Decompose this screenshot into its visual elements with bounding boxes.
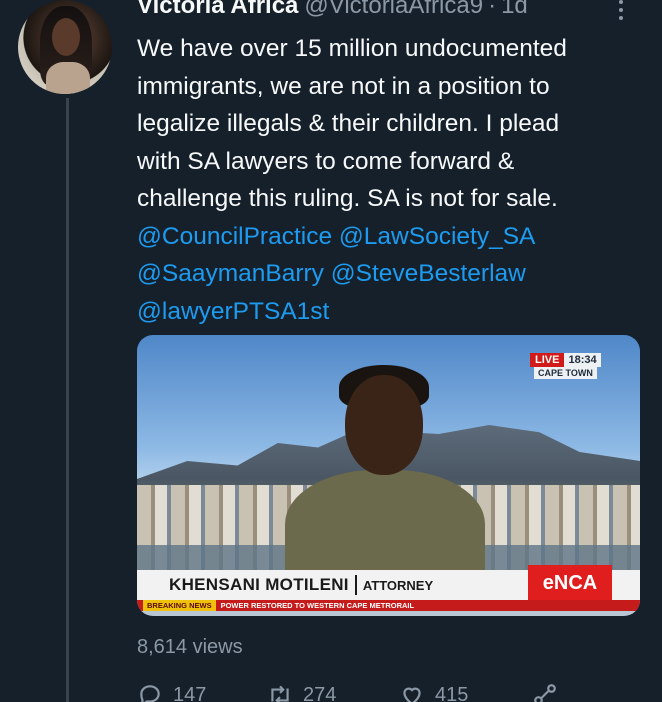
avatar-face <box>52 18 80 56</box>
location-label: CAPE TOWN <box>534 367 597 379</box>
mention-line: @CouncilPractice @LawSociety_SA <box>137 218 642 256</box>
avatar[interactable] <box>18 0 112 94</box>
author-name[interactable]: Victoria Africa <box>137 0 298 20</box>
retweet-count: 274 <box>303 683 337 702</box>
view-count: 8,614 views <box>137 636 243 658</box>
reply-button[interactable]: 147 <box>137 682 206 702</box>
mention-line: @lawyerPTSA1st <box>137 293 642 331</box>
news-ticker: BREAKING NEWS POWER RESTORED TO WESTERN … <box>137 600 640 611</box>
tweet-line: legalize illegals & their children. I pl… <box>137 110 560 137</box>
speaker-head <box>345 375 423 475</box>
mention-link[interactable]: @SaaymanBarry <box>137 260 324 287</box>
tweet-line: with SA lawyers to come forward & <box>137 147 515 175</box>
speaker-name: KHENSANI MOTILENI <box>169 575 349 594</box>
mention-link[interactable]: @lawyerPTSA1st <box>137 298 329 325</box>
like-count: 415 <box>435 683 469 702</box>
tweet-text: We have over 15 million undocumented imm… <box>137 30 642 330</box>
mention-link[interactable]: @LawSociety_SA <box>339 223 535 250</box>
more-icon[interactable] <box>614 0 628 20</box>
live-time: 18:34 <box>564 353 601 367</box>
channel-logo: eNCA <box>528 565 612 601</box>
tweet-line: We have over 15 million undocumented <box>137 35 567 62</box>
share-button[interactable] <box>532 682 568 702</box>
live-badge: LIVE 18:34 <box>530 353 601 367</box>
reply-icon <box>140 685 160 702</box>
action-bar: 147 274 415 <box>137 682 617 702</box>
thread-line <box>66 98 69 702</box>
ticker-tag: BREAKING NEWS <box>143 600 216 611</box>
tweet-line: immigrants, we are not in a position to <box>137 72 550 100</box>
author-handle[interactable]: @VictoriaAfrica9 <box>304 0 483 20</box>
ticker-text: POWER RESTORED TO WESTERN CAPE METRORAIL <box>220 601 415 610</box>
tweet-line: challenge this ruling. SA is not for sal… <box>137 185 558 212</box>
reply-count: 147 <box>173 683 207 702</box>
retweet-button[interactable]: 274 <box>267 682 336 702</box>
mention-line: @SaaymanBarry @SteveBesterlaw <box>137 255 642 293</box>
header-separator: · <box>488 0 497 19</box>
tweet-header: Victoria Africa @VictoriaAfrica9 · 1d <box>137 0 528 26</box>
mention-link[interactable]: @SteveBesterlaw <box>331 260 526 287</box>
video-media[interactable]: LIVE 18:34 CAPE TOWN KHENSANI MOTILENI A… <box>137 335 640 616</box>
heart-icon <box>403 687 421 702</box>
like-button[interactable]: 415 <box>399 682 468 702</box>
avatar-top <box>46 62 90 94</box>
retweet-icon <box>271 685 289 702</box>
lower-third-divider <box>354 575 357 595</box>
mention-link[interactable]: @CouncilPractice <box>137 223 332 250</box>
tweet-time[interactable]: 1d <box>501 0 528 20</box>
speaker-title: ATTORNEY <box>362 577 434 593</box>
share-icon <box>534 684 556 702</box>
live-label: LIVE <box>530 353 565 367</box>
